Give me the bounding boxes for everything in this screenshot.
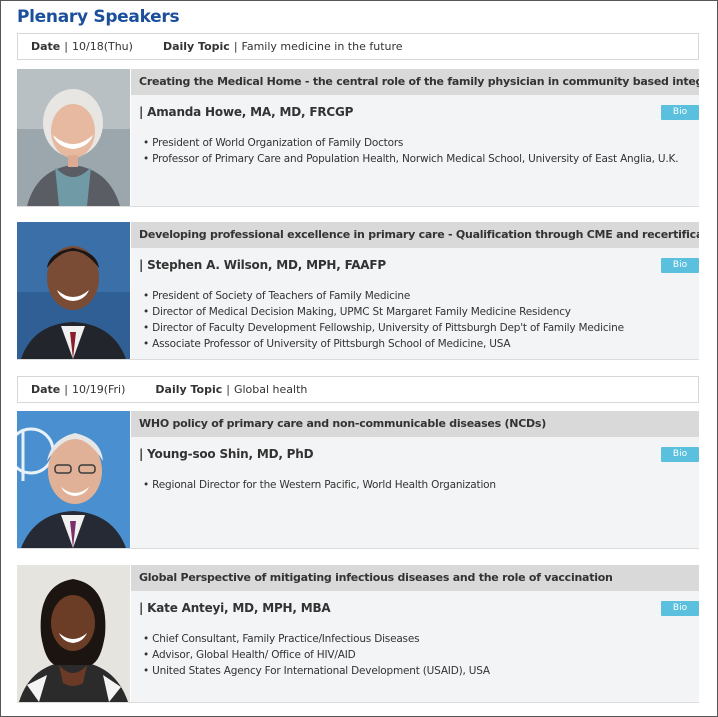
role-item: President of Society of Teachers of Fami… [143,288,624,304]
speaker-roles: President of World Organization of Famil… [143,135,678,167]
role-item: Regional Director for the Western Pacifi… [143,477,496,493]
role-item: Advisor, Global Health/ Office of HIV/AI… [143,647,490,663]
speaker-card-stephen-wilson: Developing professional excellence in pr… [17,222,699,360]
plenary-speakers-panel: Plenary Speakers Date | 10/18(Thu) Daily To… [0,0,718,717]
speaker-card-kate-anteyi: Global Perspective of mitigating infecti… [17,565,699,703]
bio-button[interactable]: Bio [661,447,699,462]
date-value: 10/18(Thu) [72,40,133,53]
talk-title: WHO policy of primary care and non-commu… [131,411,699,437]
talk-info: Global Perspective of mitigating infecti… [131,565,699,702]
date-label: Date [31,383,61,396]
topic-label: Daily Topic [162,40,230,53]
talk-info: Developing professional excellence in pr… [131,222,699,359]
topic-label: Daily Topic [155,383,223,396]
date-value: 10/19(Fri) [72,383,126,396]
speaker-card-amanda-howe: Creating the Medical Home - the central … [17,69,699,207]
date-bar-day-1: Date | 10/18(Thu) Daily Topic | Family medici… [17,33,699,60]
speaker-name: | Young-soo Shin, MD, PhD [139,447,314,461]
speaker-name: | Kate Anteyi, MD, MPH, MBA [139,601,331,615]
talk-title: Developing professional excellence in pr… [131,222,699,248]
speaker-photo [17,411,130,548]
role-item: Director of Medical Decision Making, UPM… [143,304,624,320]
role-item: United States Agency For International D… [143,663,490,679]
date-label: Date [31,40,61,53]
bio-button[interactable]: Bio [661,258,699,273]
speaker-name: | Amanda Howe, MA, MD, FRCGP [139,105,354,119]
role-item: Director of Faculty Development Fellowsh… [143,320,624,336]
role-item: Professor of Primary Care and Population… [143,151,678,167]
role-item: Chief Consultant, Family Practice/Infect… [143,631,490,647]
speaker-roles: President of Society of Teachers of Fami… [143,288,624,352]
talk-title: Global Perspective of mitigating infecti… [131,565,699,591]
topic-value: Global health [233,383,308,396]
bio-button[interactable]: Bio [661,105,699,120]
talk-info: Creating the Medical Home - the central … [131,69,699,206]
speaker-roles: Regional Director for the Western Pacifi… [143,477,496,493]
page-title: Plenary Speakers [17,7,180,27]
speaker-name: | Stephen A. Wilson, MD, MPH, FAAFP [139,258,386,272]
speaker-roles: Chief Consultant, Family Practice/Infect… [143,631,490,679]
bio-button[interactable]: Bio [661,601,699,616]
topic-value: Family medicine in the future [241,40,403,53]
role-item: President of World Organization of Famil… [143,135,678,151]
talk-info: WHO policy of primary care and non-commu… [131,411,699,548]
speaker-card-young-soo-shin: WHO policy of primary care and non-commu… [17,411,699,549]
talk-title: Creating the Medical Home - the central … [131,69,699,95]
speaker-photo [17,565,130,702]
speaker-photo [17,222,130,359]
date-bar-day-2: Date | 10/19(Fri) Daily Topic | Global health [17,376,699,403]
role-item: Associate Professor of University of Pit… [143,336,624,352]
speaker-photo [17,69,130,206]
